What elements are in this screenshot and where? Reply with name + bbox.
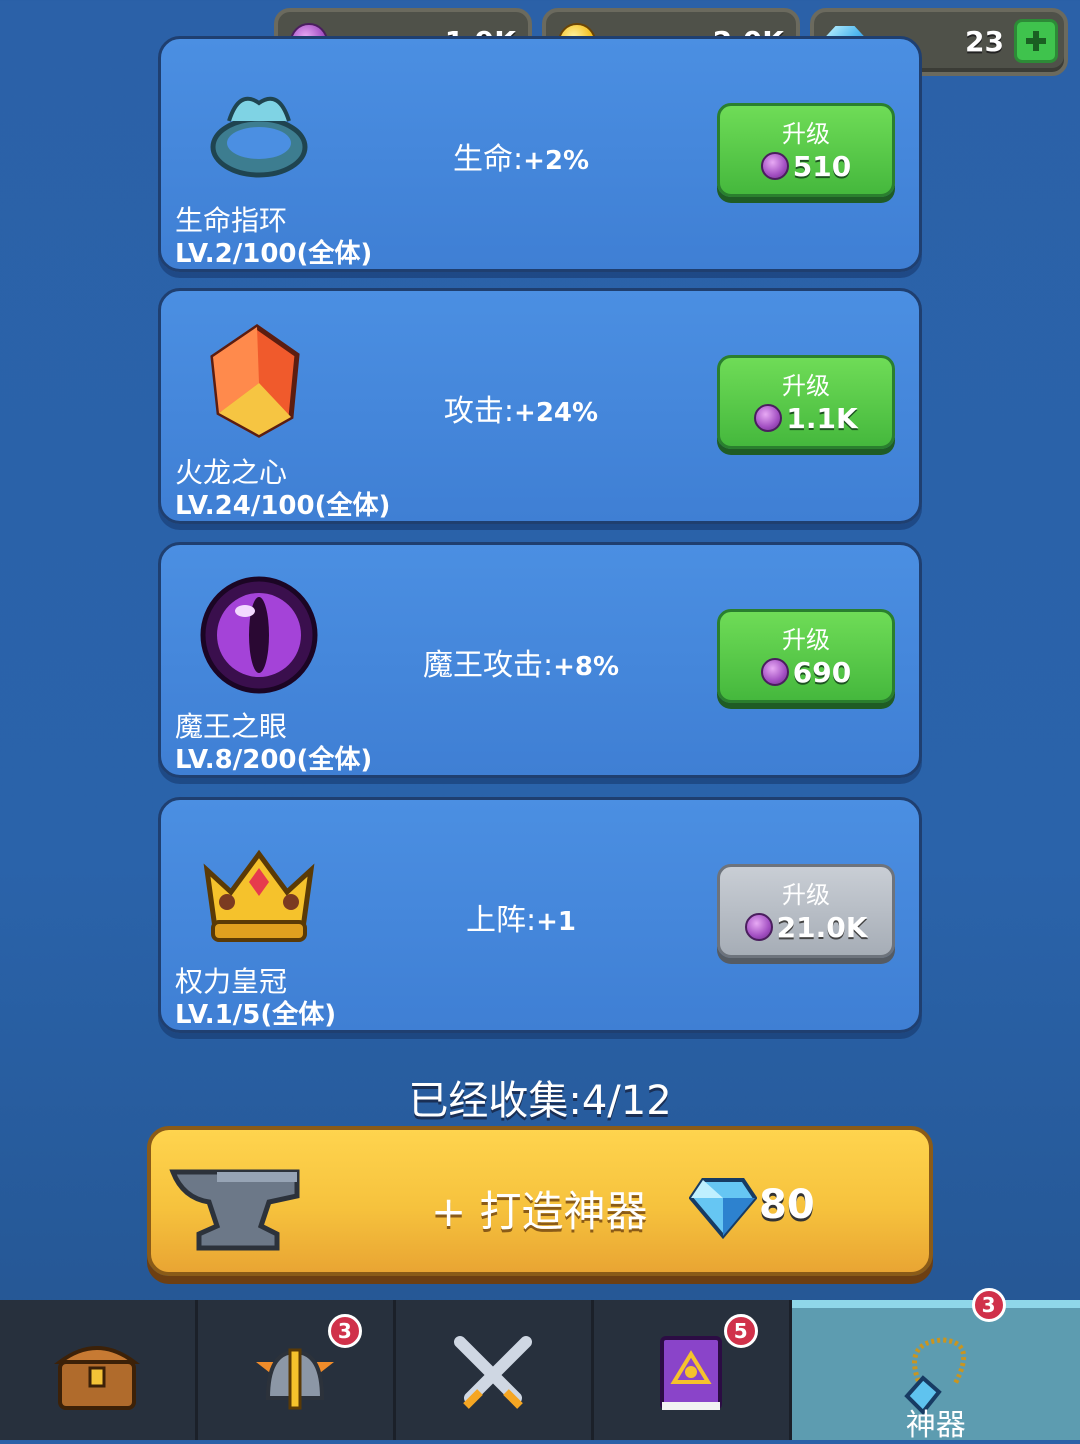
artifact-stat: 攻击:+24% [341, 386, 701, 430]
artifact-stat: 上阵:+1 [341, 895, 701, 939]
collected-counter: 已经收集:4/12 [408, 1078, 672, 1124]
notification-badge: 5 [723, 1314, 758, 1348]
upgrade-label: 升级 [782, 120, 830, 148]
treasure-chest-icon [54, 1346, 141, 1410]
upgrade-cost: 510 [720, 150, 892, 183]
artifact-level: LV.24/100(全体) [175, 491, 391, 521]
purple-coin-icon [760, 152, 789, 180]
purple-coin-icon [754, 404, 783, 432]
cost-value: 1.1K [786, 402, 858, 435]
upgrade-button-disabled[interactable]: 升级 21.0K [717, 864, 895, 958]
crown-icon [203, 849, 315, 942]
upgrade-label: 升级 [782, 372, 830, 400]
cost-value: 510 [792, 150, 852, 183]
artifact-level: LV.2/100(全体) [175, 239, 373, 269]
tab-spellbook[interactable]: 5 [593, 1300, 792, 1440]
artifact-card-life-ring: 生命指环 LV.2/100(全体) 生命:+2% 升级 510 [158, 36, 922, 272]
artifact-card-demon-eye: 魔王之眼 LV.8/200(全体) 魔王攻击:+8% 升级 690 [158, 542, 922, 778]
tab-label: 神器 [905, 1408, 966, 1443]
stat-label: 攻击: [443, 394, 515, 429]
upgrade-button[interactable]: 升级 690 [717, 609, 895, 703]
diamond-value: 23 [965, 25, 1004, 58]
stat-label: 魔王攻击: [422, 648, 554, 683]
anvil-icon [169, 1169, 300, 1251]
stat-label: 生命: [452, 142, 524, 177]
upgrade-button[interactable]: 升级 1.1K [717, 355, 895, 449]
upgrade-label: 升级 [782, 626, 830, 654]
purple-coin-icon [744, 913, 773, 941]
artifact-card-crown-of-power: 权力皇冠 LV.1/5(全体) 上阵:+1 升级 21.0K [158, 797, 922, 1033]
winged-helmet-icon [256, 1348, 335, 1410]
upgrade-label: 升级 [782, 881, 830, 909]
upgrade-cost: 690 [720, 656, 892, 689]
tab-treasure[interactable] [0, 1300, 198, 1440]
stat-label: 上阵: [466, 903, 537, 938]
artifact-stat: 魔王攻击:+8% [341, 640, 701, 684]
artifact-level: LV.8/200(全体) [175, 745, 373, 775]
tab-artifacts[interactable]: 3 神器 [791, 1288, 1080, 1443]
forge-artifact-button[interactable]: + 打造神器 80 [147, 1126, 933, 1276]
add-diamonds-button[interactable] [1014, 19, 1058, 63]
forge-cost: 80 [759, 1182, 815, 1228]
stat-value: +2% [523, 146, 590, 176]
notification-badge: 3 [971, 1288, 1006, 1322]
spellbook-icon [660, 1336, 723, 1410]
upgrade-cost: 1.1K [720, 402, 892, 435]
stat-value: +1 [536, 907, 576, 937]
stat-value: +24% [514, 398, 599, 428]
cost-value: 690 [792, 656, 852, 689]
cost-value: 21.0K [776, 911, 868, 944]
forge-label: + 打造神器 [431, 1187, 648, 1236]
crossed-swords-icon [454, 1336, 533, 1409]
notification-badge: 3 [327, 1314, 362, 1348]
stat-value: +8% [553, 652, 620, 682]
tab-battle[interactable] [395, 1300, 594, 1440]
diamond-icon [689, 1178, 757, 1240]
demon-eye-icon [200, 576, 318, 694]
bottom-nav: 3 5 3 神器 [0, 1288, 1080, 1443]
upgrade-button[interactable]: 升级 510 [717, 103, 895, 197]
red-crystal-icon [210, 323, 300, 438]
purple-coin-icon [760, 658, 789, 686]
upgrade-cost: 21.0K [720, 911, 892, 944]
artifact-card-fire-dragon-heart: 火龙之心 LV.24/100(全体) 攻击:+24% 升级 1.1K [158, 288, 922, 524]
artifact-stat: 生命:+2% [341, 134, 701, 178]
artifact-level: LV.1/5(全体) [175, 1000, 337, 1030]
tab-heroes[interactable]: 3 [197, 1300, 396, 1440]
ring-icon [210, 96, 308, 178]
